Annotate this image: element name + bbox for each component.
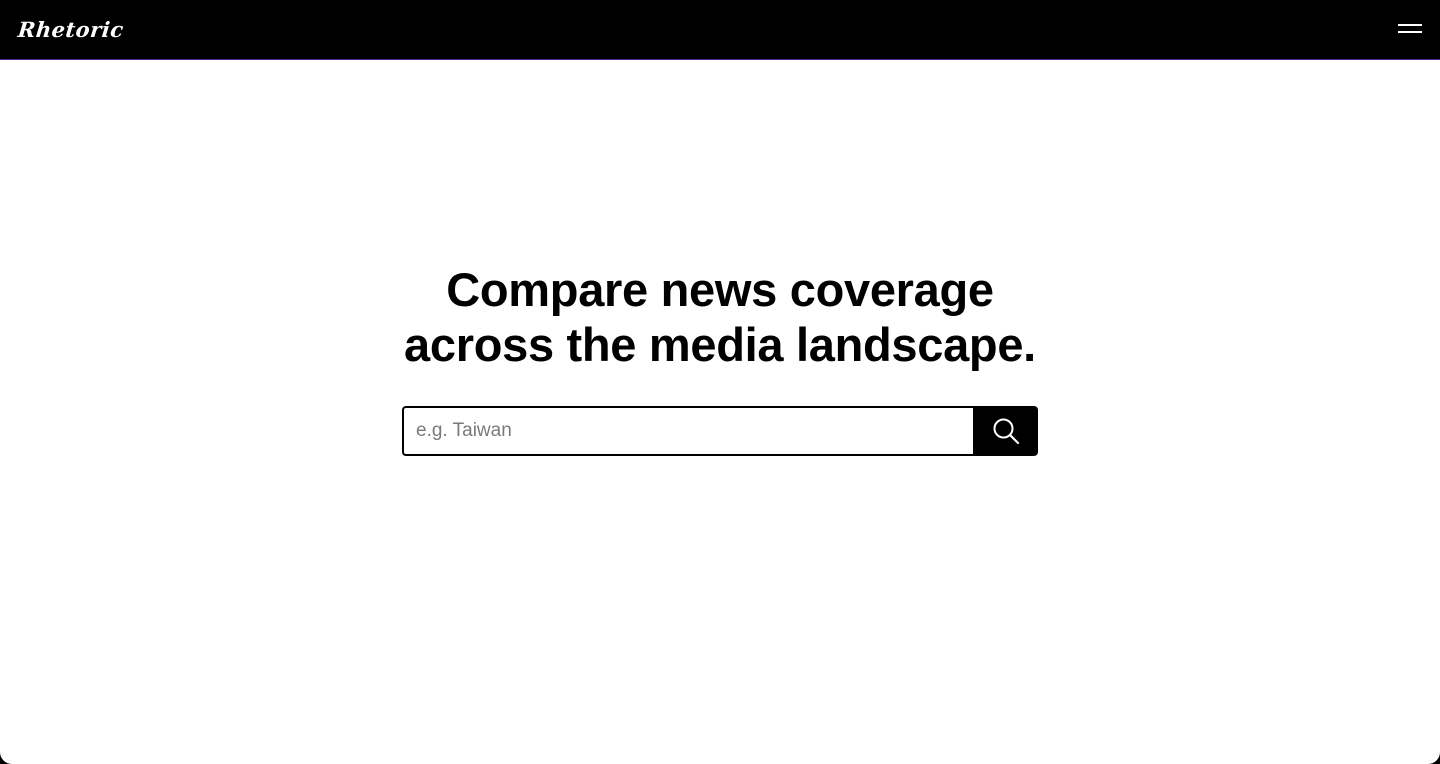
menu-button[interactable] bbox=[1398, 20, 1422, 40]
hero-section: Compare news coverage across the media l… bbox=[0, 262, 1440, 372]
search-input[interactable] bbox=[402, 406, 973, 456]
search-icon bbox=[993, 418, 1019, 445]
search-button[interactable] bbox=[973, 406, 1038, 456]
headline-line-1: Compare news coverage bbox=[446, 263, 994, 316]
headline-line-2: across the media landscape. bbox=[404, 318, 1036, 371]
top-navbar: Rhetoric bbox=[0, 0, 1440, 60]
page: Rhetoric Compare news coverage across th… bbox=[0, 0, 1440, 764]
hamburger-menu-icon-bar bbox=[1398, 31, 1422, 33]
hamburger-menu-icon bbox=[1398, 24, 1422, 26]
search-form bbox=[402, 406, 1038, 456]
brand-logo[interactable]: Rhetoric bbox=[17, 17, 125, 43]
page-title: Compare news coverage across the media l… bbox=[0, 262, 1440, 372]
